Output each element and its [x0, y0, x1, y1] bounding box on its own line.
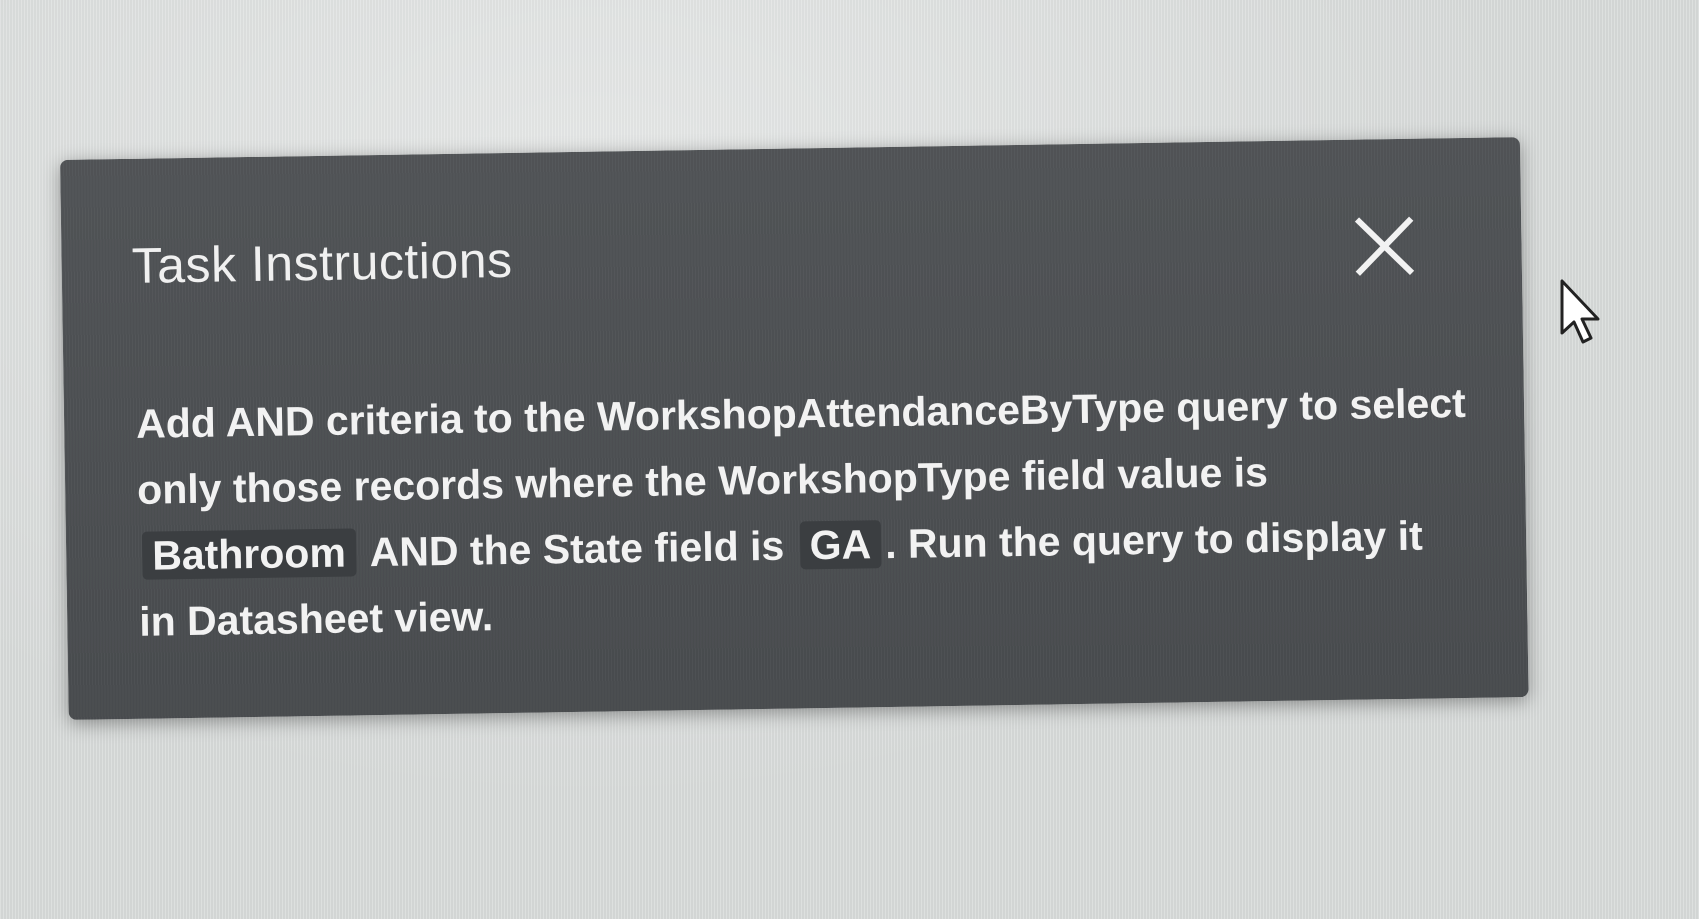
- mouse-pointer-icon: [1558, 278, 1606, 348]
- criteria-value-state: GA: [799, 520, 882, 570]
- task-instructions-dialog: Task Instructions Add AND criteria to th…: [60, 137, 1529, 720]
- dialog-title: Task Instructions: [131, 231, 513, 294]
- instructions-part-2: AND the State field is: [369, 522, 785, 576]
- criteria-value-workshop-type: Bathroom: [141, 528, 357, 580]
- close-button[interactable]: [1351, 213, 1418, 280]
- instructions-part-1: Add AND criteria to the WorkshopAttendan…: [135, 379, 1467, 513]
- task-instructions-text: Add AND criteria to the WorkshopAttendan…: [136, 370, 1470, 655]
- close-icon: [1354, 216, 1415, 276]
